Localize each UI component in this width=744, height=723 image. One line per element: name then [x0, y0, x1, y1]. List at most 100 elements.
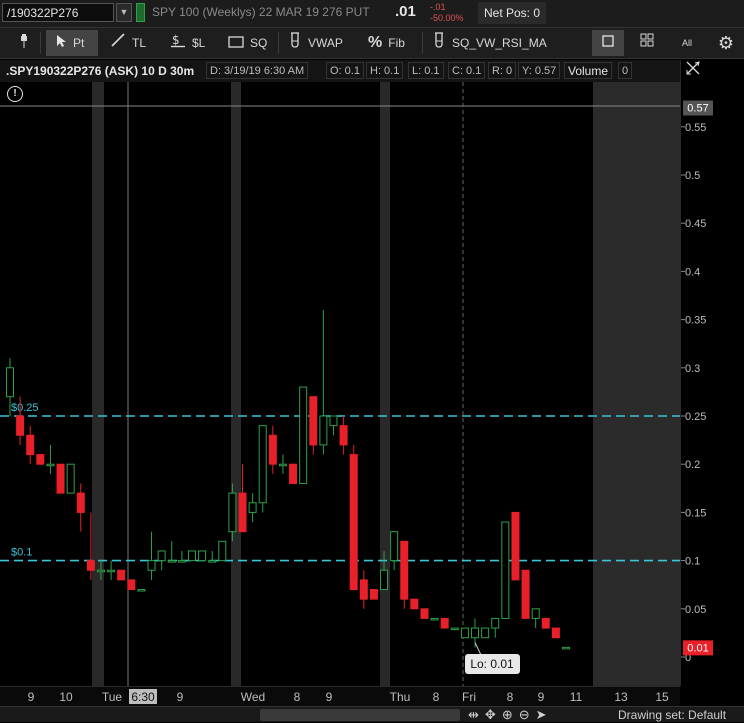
candle-body: [46, 463, 55, 467]
session-separator: [231, 82, 241, 686]
candle-body: [501, 521, 510, 619]
vwap-study-button[interactable]: VWAP: [288, 30, 343, 56]
candle-body: [562, 646, 570, 650]
price-tick-label: 0.05: [685, 604, 706, 616]
grid-icon: [640, 30, 654, 56]
fibonacci-tool-button[interactable]: % Fib: [368, 30, 405, 56]
price-axis-svg: 00.050.10.150.20.250.30.350.40.450.50.55…: [681, 61, 713, 664]
trendline-icon: [110, 30, 126, 56]
candle-body: [76, 492, 85, 513]
candle-body: [117, 569, 126, 581]
drawing-toolbar: Pt TL $ $L SQ VWAP % Fib SQ_VW_RSI_MA Al…: [0, 28, 744, 59]
candle-body: [511, 511, 520, 581]
move-icon[interactable]: ✥: [485, 707, 502, 722]
zoom-in-icon[interactable]: ⊕: [502, 707, 519, 722]
candle-body: [6, 367, 14, 398]
single-layout-button[interactable]: [592, 30, 624, 56]
candle-body: [319, 415, 328, 446]
low-bubble-pointer: [474, 642, 482, 656]
cursor-arrow-icon: [56, 30, 67, 56]
chart-info-bar: .SPY190322P276 (ASK) 10 D 30m D: 3/19/19…: [0, 60, 680, 82]
symbol-input[interactable]: [2, 3, 114, 22]
drawing-set[interactable]: Drawing set: Default: [618, 708, 726, 722]
candle-body: [349, 454, 358, 591]
price-level-tool-button[interactable]: $ $L: [170, 30, 205, 56]
time-axis-ticks: 9 10 Tue 6:30 9 Wed 8 9 Thu 8 Fri 8 9 11 13 15: [28, 689, 669, 704]
cursor-icon[interactable]: ➤: [536, 707, 553, 722]
price-tick-label: 0.4: [685, 266, 700, 278]
symbol-bar: ▼ SPY 100 (Weeklys) 22 MAR 19 276 PUT .0…: [0, 0, 744, 28]
bar-low: L: 0.1: [408, 62, 444, 79]
candle-body: [410, 598, 419, 610]
price-tick-label: 0.45: [685, 218, 706, 230]
candle-body: [359, 579, 368, 600]
candle-body: [400, 540, 409, 600]
time-tick-label: Fri: [462, 690, 476, 704]
link-badge[interactable]: [136, 3, 145, 22]
candle-body: [238, 492, 247, 533]
time-scrollbar[interactable]: [260, 709, 460, 721]
candle-body: [187, 550, 196, 562]
zoom-out-icon[interactable]: ⊖: [519, 707, 536, 722]
dollar-level-icon: $: [170, 30, 186, 56]
settings-button[interactable]: ⚙: [712, 30, 740, 56]
candle-body: [66, 463, 75, 494]
volume-value: 0: [618, 62, 633, 79]
square-tool-label: SQ: [250, 36, 268, 50]
cursor-y-value: Y: 0.57: [518, 62, 561, 79]
price-tick-label: 0.35: [685, 315, 706, 327]
time-tick-label: 9: [177, 690, 184, 704]
all-charts-label: All: [681, 38, 692, 48]
time-tick-label: Wed: [241, 690, 265, 704]
candle-body: [198, 550, 207, 562]
square-tool-button[interactable]: SQ: [228, 30, 267, 56]
all-charts-button[interactable]: All: [674, 30, 700, 56]
candle-body: [369, 589, 378, 600]
right-expansion-area: [593, 82, 680, 686]
price-tick-label: 0.1: [685, 556, 700, 568]
symbol-description: SPY 100 (Weeklys) 22 MAR 19 276 PUT: [152, 5, 370, 19]
price-level-tool-label: $L: [192, 36, 206, 50]
candle-body: [430, 617, 439, 621]
symbol-dropdown-button[interactable]: ▼: [116, 3, 132, 22]
price-tick-label: 0.25: [685, 411, 706, 423]
candle-body: [107, 569, 116, 573]
alert-icon[interactable]: !: [7, 86, 23, 102]
candle-body: [268, 434, 277, 465]
bar-date: D: 3/19/19 6:30 AM: [206, 62, 309, 79]
volume-label: Volume: [564, 62, 613, 79]
candlestick-chart[interactable]: $0.25 $0.1 Lo: 0.01: [0, 82, 680, 686]
pointer-tool-button[interactable]: Pt: [46, 30, 98, 56]
trendline-tool-label: TL: [132, 36, 147, 50]
session-separator: [92, 82, 104, 686]
custom-study-button[interactable]: SQ_VW_RSI_MA: [432, 30, 547, 56]
candle-body: [248, 502, 257, 513]
grid-layout-button[interactable]: [632, 30, 662, 56]
price-axis[interactable]: 0 0.05 0.1 0.15 0.2 0.25 0.3 0.35 0.4 0.45 0.5 0.55…: [680, 60, 744, 686]
bar-range: R: 0: [488, 62, 517, 79]
trendline-tool-button[interactable]: TL: [110, 30, 146, 56]
pan-icon[interactable]: ⇹: [468, 707, 485, 722]
candle-body: [491, 617, 500, 629]
candle-body: [228, 492, 237, 533]
time-tick-label: 8: [507, 690, 514, 704]
price-tick-label: 0.15: [685, 507, 706, 519]
bar-open: O: 0.1: [326, 62, 364, 79]
time-axis-svg: 9 10 Tue 6:30 9 Wed 8 9 Thu 8 Fri 8 9 11 13 15: [28, 689, 669, 704]
price-tick-label: 0.5: [685, 170, 700, 182]
candle-body: [450, 627, 459, 631]
collapse-axis-icon[interactable]: [686, 61, 700, 75]
status-bar: ⇹✥⊕⊖➤ Drawing set: Default: [0, 706, 744, 722]
time-tick-label: 9: [538, 690, 545, 704]
session-separator: [380, 82, 390, 686]
candle-body: [96, 569, 105, 573]
pin-button[interactable]: [12, 30, 36, 56]
candle-body: [329, 415, 338, 427]
net-position: Net Pos: 0: [478, 2, 547, 24]
flask-icon: [432, 30, 446, 56]
time-axis[interactable]: 9 10 Tue 6:30 9 Wed 8 9 Thu 8 Fri 8 9 11 13 15: [0, 686, 680, 706]
percent-change: -50.00%: [430, 13, 464, 23]
last-price: .01: [395, 3, 416, 20]
price-chart[interactable]: $0.25 $0.1 Lo: 0.01: [0, 82, 680, 686]
time-tick-label: 8: [433, 690, 440, 704]
